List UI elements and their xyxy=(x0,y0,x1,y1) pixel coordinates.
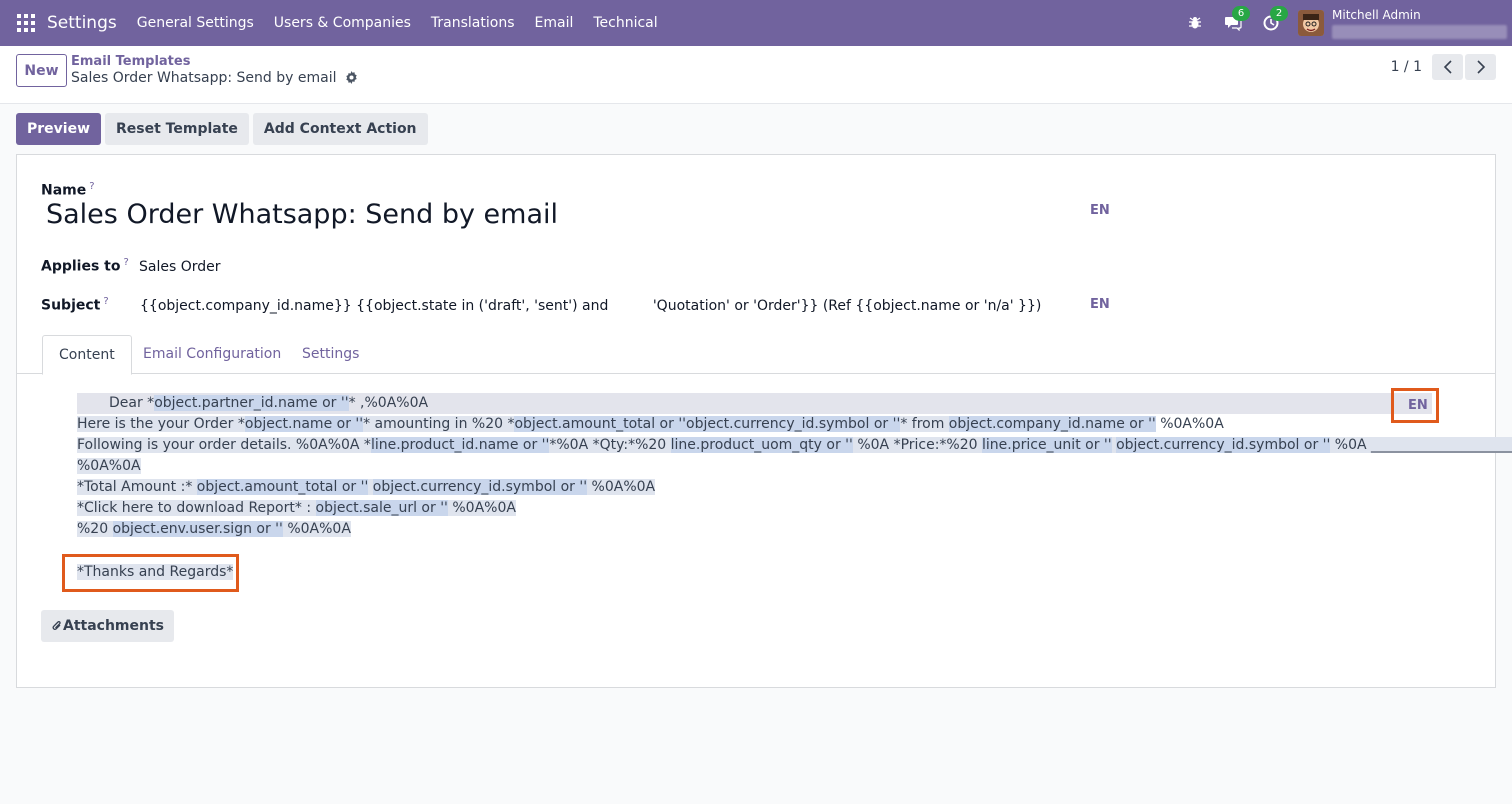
new-button[interactable]: New xyxy=(16,54,67,87)
body-line: %20 object.env.user.sign or '' %0A%0A xyxy=(77,521,351,537)
menu-email[interactable]: Email xyxy=(535,15,574,31)
body-line: Dear *object.partner_id.name or ''* ,%0A… xyxy=(77,393,1432,414)
main-menu: General Settings Users & Companies Trans… xyxy=(137,15,678,31)
user-menu[interactable]: Mitchell Admin xyxy=(1332,8,1512,39)
body-line: Here is the your Order *object.name or '… xyxy=(77,416,1224,432)
app-title[interactable]: Settings xyxy=(47,13,117,33)
applies-to-label: Applies to? xyxy=(41,257,129,275)
body-line: *Total Amount :* object.amount_total or … xyxy=(77,479,656,495)
notebook-tabs: Content Email Configuration Settings xyxy=(17,335,1495,375)
tab-settings[interactable]: Settings xyxy=(286,335,375,374)
tab-content[interactable]: Content xyxy=(42,335,132,375)
activities-clock-icon[interactable]: 2 xyxy=(1260,6,1288,34)
name-field[interactable]: Sales Order Whatsapp: Send by email xyxy=(46,199,558,230)
pager-next-button[interactable] xyxy=(1465,54,1496,80)
messages-badge: 6 xyxy=(1232,6,1250,21)
chevron-left-icon xyxy=(1443,60,1452,74)
body-line: Following is your order details. %0A%0A … xyxy=(77,435,1512,456)
messages-icon[interactable]: 6 xyxy=(1222,6,1250,34)
body-lang-button[interactable]: EN xyxy=(1408,398,1428,413)
body-line: %0A%0A xyxy=(77,458,141,474)
breadcrumb-current-label: Sales Order Whatsapp: Send by email xyxy=(71,70,337,86)
subject-label: Subject? xyxy=(41,296,109,314)
top-navbar: Settings General Settings Users & Compan… xyxy=(0,0,1512,46)
menu-translations[interactable]: Translations xyxy=(431,15,515,31)
subject-field[interactable]: {{object.company_id.name}} {{object.stat… xyxy=(140,298,1041,314)
user-name: Mitchell Admin xyxy=(1332,7,1421,22)
form-action-bar: Preview Reset Template Add Context Actio… xyxy=(16,113,432,145)
breadcrumb-email-templates[interactable]: Email Templates xyxy=(71,54,190,69)
tab-email-configuration[interactable]: Email Configuration xyxy=(127,335,297,374)
control-panel: New Email Templates Sales Order Whatsapp… xyxy=(0,46,1512,104)
form-sheet: Name? Sales Order Whatsapp: Send by emai… xyxy=(16,154,1512,688)
user-avatar[interactable] xyxy=(1298,10,1324,36)
apps-menu-icon[interactable] xyxy=(17,14,35,32)
menu-general-settings[interactable]: General Settings xyxy=(137,15,254,31)
reset-template-button[interactable]: Reset Template xyxy=(105,113,249,145)
gear-icon[interactable] xyxy=(345,71,359,85)
applies-to-help-mark[interactable]: ? xyxy=(124,257,129,268)
applies-to-field[interactable]: Sales Order xyxy=(139,259,221,275)
attachments-button[interactable]: Attachments xyxy=(41,610,175,642)
pager-previous-button[interactable] xyxy=(1432,54,1463,80)
pager-value[interactable]: 1 / 1 xyxy=(1391,59,1422,75)
body-line: *Click here to download Report* : object… xyxy=(77,500,516,516)
name-label: Name? xyxy=(41,181,95,199)
user-database-blurred xyxy=(1332,24,1507,39)
debug-bug-icon[interactable] xyxy=(1184,12,1206,34)
chevron-right-icon xyxy=(1476,60,1485,74)
paperclip-icon xyxy=(52,621,61,630)
body-html-editor[interactable]: Dear *object.partner_id.name or ''* ,%0A… xyxy=(77,393,1512,540)
breadcrumb-current: Sales Order Whatsapp: Send by email xyxy=(71,70,359,86)
subject-lang-button[interactable]: EN xyxy=(1090,297,1110,312)
thanks-line: *Thanks and Regards* xyxy=(77,564,234,580)
preview-button[interactable]: Preview xyxy=(16,113,102,145)
add-context-action-button[interactable]: Add Context Action xyxy=(252,113,428,145)
menu-technical[interactable]: Technical xyxy=(593,15,657,31)
subject-help-mark[interactable]: ? xyxy=(103,296,108,307)
activities-badge: 2 xyxy=(1270,6,1288,21)
menu-users-companies[interactable]: Users & Companies xyxy=(274,15,411,31)
name-help-mark[interactable]: ? xyxy=(89,181,94,192)
name-lang-button[interactable]: EN xyxy=(1090,203,1110,218)
